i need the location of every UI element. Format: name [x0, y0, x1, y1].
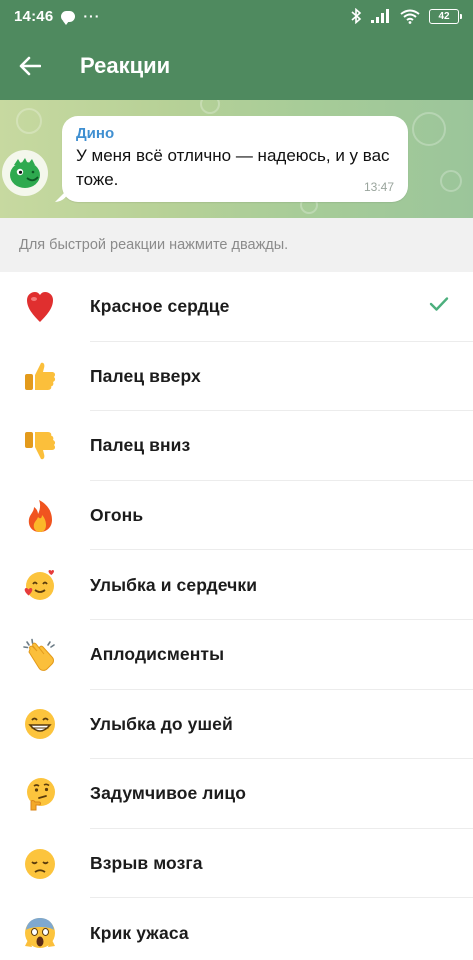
more-notifications-icon: ···	[83, 8, 101, 24]
checkmark-icon	[429, 297, 449, 311]
status-time: 14:46	[14, 7, 54, 25]
message-sender: Дино	[76, 125, 115, 142]
reaction-label: Задумчивое лицо	[90, 783, 247, 804]
reaction-label: Палец вверх	[90, 365, 201, 386]
smiling-face-with-hearts-icon	[22, 567, 58, 603]
toolbar: Реакции	[0, 32, 473, 100]
arrow-left-icon	[19, 56, 41, 76]
dino-avatar-icon	[10, 158, 40, 188]
disappointed-face-icon	[22, 846, 58, 882]
reaction-label: Улыбка и сердечки	[90, 574, 258, 595]
thumbs-down-icon	[22, 428, 58, 464]
wifi-icon	[400, 9, 420, 24]
status-bar: 14:46 ··· 42	[0, 0, 473, 32]
grinning-face-icon	[22, 706, 58, 742]
message-time: 13:47	[363, 180, 394, 194]
reaction-row-smiling-hearts[interactable]: Улыбка и сердечки	[0, 550, 473, 620]
reaction-label: Палец вниз	[90, 435, 191, 456]
reaction-row-disappointed[interactable]: Взрыв мозга	[0, 828, 473, 899]
back-button[interactable]	[4, 40, 56, 92]
battery-icon: 42	[429, 8, 462, 24]
chat-notification-icon	[61, 10, 76, 25]
clapping-hands-icon	[22, 637, 58, 673]
reaction-row-thumbs-down[interactable]: Палец вниз	[0, 411, 473, 481]
avatar	[2, 150, 48, 196]
reaction-label: Красное сердце	[90, 296, 230, 317]
reaction-row-red-heart[interactable]: Красное сердце	[0, 272, 473, 342]
reaction-label: Взрыв мозга	[90, 853, 203, 874]
message-bubble: Дино У меня всё отлично — надеюсь, и у в…	[62, 116, 408, 202]
signal-icon	[371, 9, 389, 23]
thinking-face-icon	[22, 776, 58, 812]
battery-level: 42	[438, 10, 450, 22]
reaction-row-clapping[interactable]: Аплодисменты	[0, 619, 473, 690]
bluetooth-icon	[351, 8, 362, 24]
reaction-list: Красное сердце Палец вверх Палец вниз Ог…	[0, 272, 473, 960]
reaction-row-grinning[interactable]: Улыбка до ушей	[0, 689, 473, 760]
page-title: Реакции	[80, 53, 171, 78]
reaction-row-screaming[interactable]: Крик ужаса	[0, 898, 473, 960]
reaction-label: Аплодисменты	[90, 644, 225, 665]
hint-text: Для быстрой реакции нажмите дважды.	[0, 218, 473, 272]
reaction-label: Улыбка до ушей	[90, 713, 233, 734]
message-text: У меня всё отлично — надеюсь, и у вас то…	[76, 146, 390, 189]
chat-preview: Дино У меня всё отлично — надеюсь, и у в…	[0, 100, 473, 218]
reaction-label: Крик ужаса	[90, 922, 189, 943]
red-heart-icon	[22, 289, 58, 325]
reaction-label: Огонь	[90, 505, 144, 526]
screaming-face-icon	[22, 915, 58, 951]
fire-icon	[22, 498, 58, 534]
reaction-row-thinking[interactable]: Задумчивое лицо	[0, 759, 473, 829]
thumbs-up-icon	[22, 358, 58, 394]
reaction-row-fire[interactable]: Огонь	[0, 480, 473, 551]
reaction-row-thumbs-up[interactable]: Палец вверх	[0, 341, 473, 412]
